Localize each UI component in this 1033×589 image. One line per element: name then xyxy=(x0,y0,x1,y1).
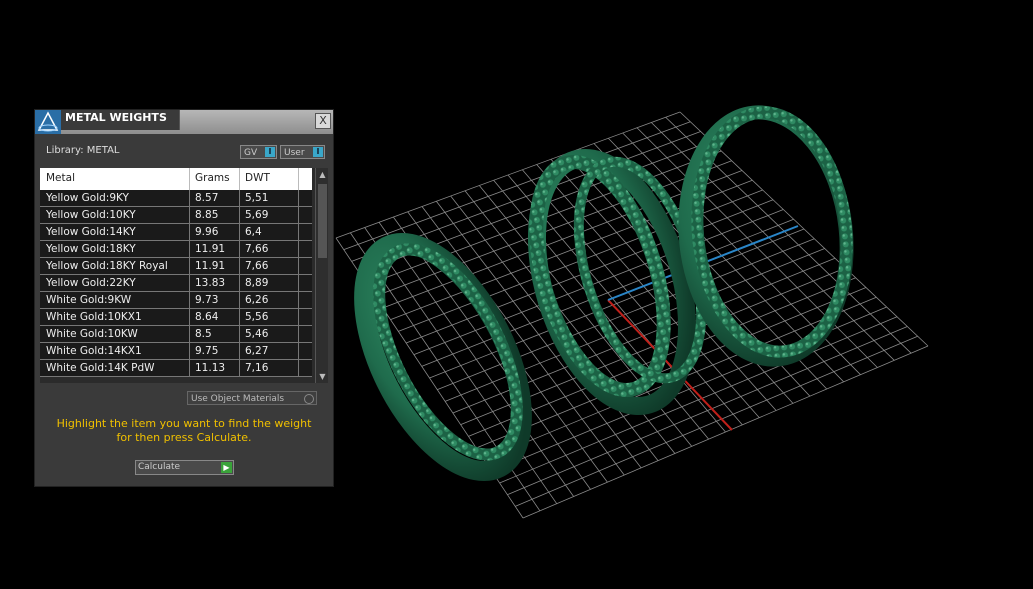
logo-icon xyxy=(35,110,61,134)
column-header-dwt[interactable]: DWT xyxy=(245,172,270,184)
grams-cell: 13.83 xyxy=(195,277,226,289)
user-toggle[interactable]: User I xyxy=(280,145,325,159)
metal-cell: White Gold:10KX1 xyxy=(46,311,142,323)
dwt-cell: 7,16 xyxy=(245,362,269,374)
grams-cell: 8.64 xyxy=(195,311,219,323)
table-row[interactable]: Yellow Gold:18KY 11.91 7,66 xyxy=(40,241,312,258)
dwt-cell: 5,69 xyxy=(245,209,269,221)
user-toggle-label: User xyxy=(284,148,305,158)
grams-cell: 11.91 xyxy=(195,260,226,272)
metal-cell: White Gold:14K PdW xyxy=(46,362,155,374)
table-header: Metal Grams DWT xyxy=(40,168,312,190)
metal-cell: Yellow Gold:14KY xyxy=(46,226,136,238)
dwt-cell: 5,46 xyxy=(245,328,269,340)
dwt-cell: 6,26 xyxy=(245,294,269,306)
play-arrow-icon: ▶ xyxy=(221,462,232,473)
dwt-cell: 8,89 xyxy=(245,277,269,289)
calculate-button[interactable]: Calculate ▶ xyxy=(135,460,234,475)
dwt-cell: 6,27 xyxy=(245,345,269,357)
metal-cell: White Gold:10KW xyxy=(46,328,138,340)
metal-cell: Yellow Gold:10KY xyxy=(46,209,136,221)
grid-line xyxy=(476,287,867,449)
grams-cell: 9.96 xyxy=(195,226,219,238)
table-row[interactable]: Yellow Gold:14KY 9.96 6,4 xyxy=(40,224,312,241)
metal-cell: Yellow Gold:18KY xyxy=(46,243,136,255)
metal-cell: Yellow Gold:18KY Royal xyxy=(46,260,168,272)
table-row[interactable]: Yellow Gold:22KY 13.83 8,89 xyxy=(40,275,312,292)
table-row[interactable]: White Gold:9KW 9.73 6,26 xyxy=(40,292,312,309)
metal-weights-panel: METAL WEIGHTS X Library: METAL GV I User… xyxy=(34,109,334,487)
grams-cell: 8.57 xyxy=(195,192,219,204)
table-row[interactable]: White Gold:14K PdW 11.13 7,16 xyxy=(40,360,312,377)
calculate-label: Calculate xyxy=(138,462,181,472)
instructions-line-1: Highlight the item you want to find the … xyxy=(56,417,312,430)
dwt-cell: 7,66 xyxy=(245,243,269,255)
grams-cell: 9.73 xyxy=(195,294,219,306)
table-row[interactable]: Yellow Gold:10KY 8.85 5,69 xyxy=(40,207,312,224)
scroll-down-icon[interactable]: ▼ xyxy=(316,370,328,383)
metal-cell: White Gold:14KX1 xyxy=(46,345,142,357)
metal-cell: Yellow Gold:9KY xyxy=(46,192,129,204)
table-body: Yellow Gold:9KY 8.57 5,51 Yellow Gold:10KY 8… xyxy=(40,190,312,377)
table-row[interactable]: Yellow Gold:9KY 8.57 5,51 xyxy=(40,190,312,207)
library-label: Library: METAL xyxy=(46,145,120,156)
gv-indicator-icon: I xyxy=(265,147,275,157)
metal-cell: Yellow Gold:22KY xyxy=(46,277,136,289)
grams-cell: 8.85 xyxy=(195,209,219,221)
panel-title: METAL WEIGHTS xyxy=(65,111,167,124)
use-object-materials-label: Use Object Materials xyxy=(191,394,285,404)
use-object-materials-toggle[interactable]: Use Object Materials xyxy=(187,391,317,405)
gv-toggle-label: GV xyxy=(244,148,258,158)
table-scrollbar[interactable]: ▲ ▼ xyxy=(315,168,328,383)
grams-cell: 11.13 xyxy=(195,362,226,374)
panel-titlebar[interactable]: METAL WEIGHTS X xyxy=(35,110,333,134)
panel-title-tab: METAL WEIGHTS xyxy=(61,110,180,130)
user-indicator-icon: I xyxy=(313,147,323,157)
grams-cell: 11.91 xyxy=(195,243,226,255)
dwt-cell: 5,51 xyxy=(245,192,269,204)
scroll-thumb[interactable] xyxy=(318,184,327,258)
grams-cell: 8.5 xyxy=(195,328,212,340)
radio-icon xyxy=(304,394,314,404)
table-row[interactable]: Yellow Gold:18KY Royal 11.91 7,66 xyxy=(40,258,312,275)
table-row[interactable]: White Gold:10KX1 8.64 5,56 xyxy=(40,309,312,326)
gv-toggle[interactable]: GV I xyxy=(240,145,277,159)
ring-left[interactable] xyxy=(331,218,554,495)
instructions-text: Highlight the item you want to find the … xyxy=(35,417,333,445)
metal-table: Metal Grams DWT Yellow Gold:9KY 8.57 5,51 Y… xyxy=(40,168,328,383)
close-icon[interactable]: X xyxy=(315,113,331,129)
table-row[interactable]: White Gold:14KX1 9.75 6,27 xyxy=(40,343,312,360)
column-header-metal[interactable]: Metal xyxy=(46,172,75,184)
grams-cell: 9.75 xyxy=(195,345,219,357)
dwt-cell: 6,4 xyxy=(245,226,262,238)
dwt-cell: 5,56 xyxy=(245,311,269,323)
instructions-line-2: for then press Calculate. xyxy=(116,431,252,444)
table-row[interactable]: White Gold:10KW 8.5 5,46 xyxy=(40,326,312,343)
metal-cell: White Gold:9KW xyxy=(46,294,132,306)
dwt-cell: 7,66 xyxy=(245,260,269,272)
scroll-up-icon[interactable]: ▲ xyxy=(316,168,328,181)
column-header-grams[interactable]: Grams xyxy=(195,172,230,184)
